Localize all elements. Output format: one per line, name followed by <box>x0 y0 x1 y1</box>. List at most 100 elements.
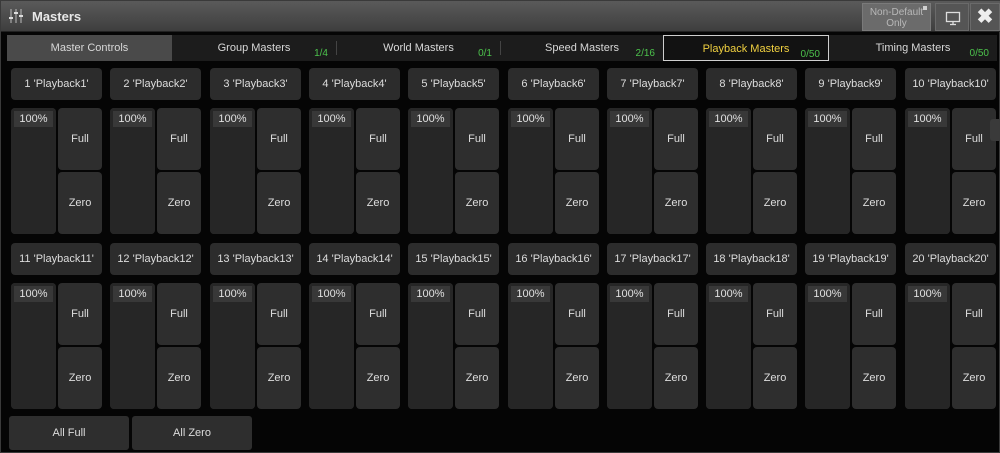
full-button[interactable]: Full <box>58 108 102 170</box>
playback-name[interactable]: 1 'Playback1' <box>11 68 102 100</box>
full-button[interactable]: Full <box>157 283 201 345</box>
playback-name[interactable]: 19 'Playback19' <box>805 243 896 275</box>
playback-name[interactable]: 6 'Playback6' <box>508 68 599 100</box>
zero-button[interactable]: Zero <box>58 172 102 234</box>
tab-label: Master Controls <box>50 42 129 54</box>
playback-name[interactable]: 7 'Playback7' <box>607 68 698 100</box>
playback-fader[interactable]: 100% <box>607 283 652 409</box>
fader-level: 100% <box>610 111 649 127</box>
playback-fader[interactable]: 100% <box>309 108 354 234</box>
playback-name[interactable]: 2 'Playback2' <box>110 68 201 100</box>
playback-name[interactable]: 13 'Playback13' <box>210 243 301 275</box>
zero-button[interactable]: Zero <box>58 347 102 409</box>
zero-button[interactable]: Zero <box>753 172 797 234</box>
full-button[interactable]: Full <box>555 108 599 170</box>
zero-button[interactable]: Zero <box>157 172 201 234</box>
full-button[interactable]: Full <box>555 283 599 345</box>
zero-button[interactable]: Zero <box>753 347 797 409</box>
playback-fader[interactable]: 100% <box>210 108 255 234</box>
full-button[interactable]: Full <box>852 283 896 345</box>
window-title: Masters <box>32 9 82 24</box>
playback-fader[interactable]: 100% <box>11 108 56 234</box>
full-button[interactable]: Full <box>58 283 102 345</box>
playback-fader[interactable]: 100% <box>110 283 155 409</box>
playback-name[interactable]: 5 'Playback5' <box>408 68 499 100</box>
full-button[interactable]: Full <box>356 283 400 345</box>
zero-button[interactable]: Zero <box>952 347 996 409</box>
playback-name[interactable]: 9 'Playback9' <box>805 68 896 100</box>
playback-name[interactable]: 15 'Playback15' <box>408 243 499 275</box>
close-button[interactable]: ✖ <box>970 3 1000 31</box>
fader-level: 100% <box>908 111 947 127</box>
playback-name[interactable]: 18 'Playback18' <box>706 243 797 275</box>
title-bar: Masters Non-Default Only ✖ <box>1 1 1000 32</box>
playback-fader[interactable]: 100% <box>805 283 850 409</box>
tab-count: 0/50 <box>969 48 989 59</box>
playback-fader[interactable]: 100% <box>508 283 553 409</box>
tab-speed-masters[interactable]: Speed Masters 2/16 <box>501 35 663 61</box>
playback-fader[interactable]: 100% <box>905 283 950 409</box>
zero-button[interactable]: Zero <box>555 347 599 409</box>
zero-button[interactable]: Zero <box>455 347 499 409</box>
playback-name[interactable]: 16 'Playback16' <box>508 243 599 275</box>
playback-fader[interactable]: 100% <box>607 108 652 234</box>
playback-name[interactable]: 11 'Playback11' <box>11 243 102 275</box>
fader-level: 100% <box>312 111 351 127</box>
tab-world-masters[interactable]: World Masters 0/1 <box>337 35 500 61</box>
full-button[interactable]: Full <box>753 108 797 170</box>
playback-fader[interactable]: 100% <box>706 108 751 234</box>
zero-button[interactable]: Zero <box>852 172 896 234</box>
full-button[interactable]: Full <box>654 108 698 170</box>
full-button[interactable]: Full <box>455 108 499 170</box>
full-button[interactable]: Full <box>952 283 996 345</box>
zero-button[interactable]: Zero <box>257 347 301 409</box>
zero-button[interactable]: Zero <box>555 172 599 234</box>
full-button[interactable]: Full <box>455 283 499 345</box>
playback-name[interactable]: 4 'Playback4' <box>309 68 400 100</box>
playback-fader[interactable]: 100% <box>805 108 850 234</box>
full-button[interactable]: Full <box>753 283 797 345</box>
playback-fader[interactable]: 100% <box>706 283 751 409</box>
playback-fader[interactable]: 100% <box>408 283 453 409</box>
display-button[interactable] <box>935 3 969 31</box>
playback-name[interactable]: 10 'Playback10' <box>905 68 996 100</box>
full-button[interactable]: Full <box>157 108 201 170</box>
zero-button[interactable]: Zero <box>654 347 698 409</box>
zero-button[interactable]: Zero <box>455 172 499 234</box>
zero-button[interactable]: Zero <box>654 172 698 234</box>
all-zero-button[interactable]: All Zero <box>132 416 252 450</box>
playback-fader[interactable]: 100% <box>110 108 155 234</box>
fader-level: 100% <box>213 111 252 127</box>
zero-button[interactable]: Zero <box>952 172 996 234</box>
zero-button[interactable]: Zero <box>356 347 400 409</box>
non-default-only-button[interactable]: Non-Default Only <box>862 3 931 31</box>
playback-fader[interactable]: 100% <box>210 283 255 409</box>
tab-timing-masters[interactable]: Timing Masters 0/50 <box>829 35 997 61</box>
full-button[interactable]: Full <box>356 108 400 170</box>
full-button[interactable]: Full <box>257 108 301 170</box>
playback-name[interactable]: 14 'Playback14' <box>309 243 400 275</box>
zero-button[interactable]: Zero <box>157 347 201 409</box>
full-button[interactable]: Full <box>257 283 301 345</box>
playback-name[interactable]: 17 'Playback17' <box>607 243 698 275</box>
playback-fader[interactable]: 100% <box>905 108 950 234</box>
playback-name[interactable]: 3 'Playback3' <box>210 68 301 100</box>
playback-fader[interactable]: 100% <box>408 108 453 234</box>
playback-name[interactable]: 20 'Playback20' <box>905 243 996 275</box>
monitor-icon <box>945 10 961 29</box>
playback-fader[interactable]: 100% <box>508 108 553 234</box>
full-button[interactable]: Full <box>852 108 896 170</box>
tab-playback-masters[interactable]: Playback Masters 0/50 <box>663 35 829 61</box>
tab-group-masters[interactable]: Group Masters 1/4 <box>172 35 336 61</box>
playback-name[interactable]: 12 'Playback12' <box>110 243 201 275</box>
zero-button[interactable]: Zero <box>356 172 400 234</box>
playback-name[interactable]: 8 'Playback8' <box>706 68 797 100</box>
scroll-handle[interactable] <box>990 119 1000 141</box>
zero-button[interactable]: Zero <box>257 172 301 234</box>
full-button[interactable]: Full <box>654 283 698 345</box>
zero-button[interactable]: Zero <box>852 347 896 409</box>
tab-master-controls[interactable]: Master Controls <box>7 35 172 61</box>
all-full-button[interactable]: All Full <box>9 416 129 450</box>
playback-fader[interactable]: 100% <box>309 283 354 409</box>
playback-fader[interactable]: 100% <box>11 283 56 409</box>
